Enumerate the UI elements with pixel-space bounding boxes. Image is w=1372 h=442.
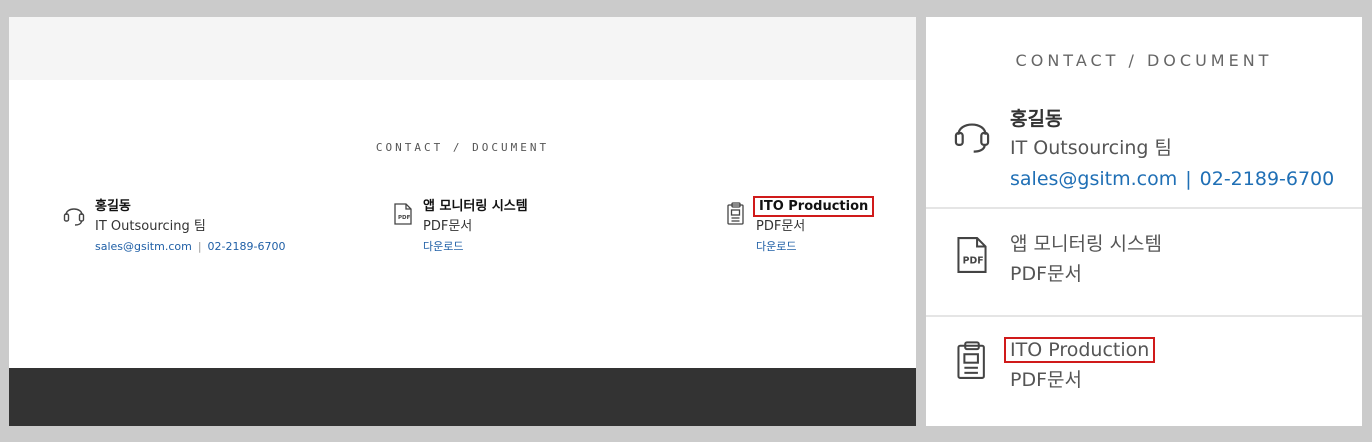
- divider: [926, 315, 1362, 317]
- document-title-highlighted: ITO Production: [752, 196, 875, 217]
- document-type: PDF문서: [1010, 369, 1082, 391]
- document-type: PDF문서: [423, 219, 473, 234]
- document-title-highlighted: ITO Production: [1003, 337, 1156, 363]
- contact-name: 홍길동: [95, 199, 131, 214]
- mobile-capture: CONTACT / DOCUMENT 홍길동 IT Outsourcing 팀 …: [926, 17, 1362, 426]
- contact-phone-link[interactable]: 02-2189-6700: [208, 240, 286, 253]
- contact-email-link[interactable]: sales@gsitm.com: [95, 240, 192, 253]
- download-link[interactable]: 다운로드: [756, 237, 871, 257]
- headset-icon: [63, 201, 85, 227]
- document-icon: [725, 201, 747, 227]
- pdf-file-icon: PDF: [952, 233, 992, 277]
- divider: [926, 207, 1362, 209]
- link-separator: |: [197, 240, 202, 253]
- headset-icon: [952, 111, 992, 155]
- download-link[interactable]: 다운로드: [423, 237, 528, 257]
- document-type: PDF문서: [1010, 263, 1082, 285]
- svg-text:PDF: PDF: [963, 255, 984, 266]
- document-title: 앱 모니터링 시스템: [423, 199, 528, 214]
- top-band: [9, 17, 916, 80]
- contact-team: IT Outsourcing 팀: [95, 219, 206, 234]
- contact-name: 홍길동: [1010, 108, 1063, 130]
- desktop-capture: CONTACT / DOCUMENT 홍길동 IT Outsourcing 팀 …: [9, 17, 916, 426]
- pdf-file-icon: PDF: [392, 201, 414, 227]
- section-heading: CONTACT / DOCUMENT: [375, 141, 550, 154]
- section-heading: CONTACT / DOCUMENT: [1015, 51, 1273, 70]
- svg-text:PDF: PDF: [398, 215, 411, 221]
- link-separator: |: [1185, 168, 1192, 190]
- contact-email-link[interactable]: sales@gsitm.com: [1010, 168, 1177, 190]
- document-title: 앱 모니터링 시스템: [1010, 233, 1162, 255]
- dark-footer: [9, 368, 916, 426]
- contact-team: IT Outsourcing 팀: [1010, 137, 1173, 159]
- document-icon: [952, 339, 992, 383]
- document-type: PDF문서: [756, 219, 806, 234]
- contact-phone-link[interactable]: 02-2189-6700: [1200, 168, 1335, 190]
